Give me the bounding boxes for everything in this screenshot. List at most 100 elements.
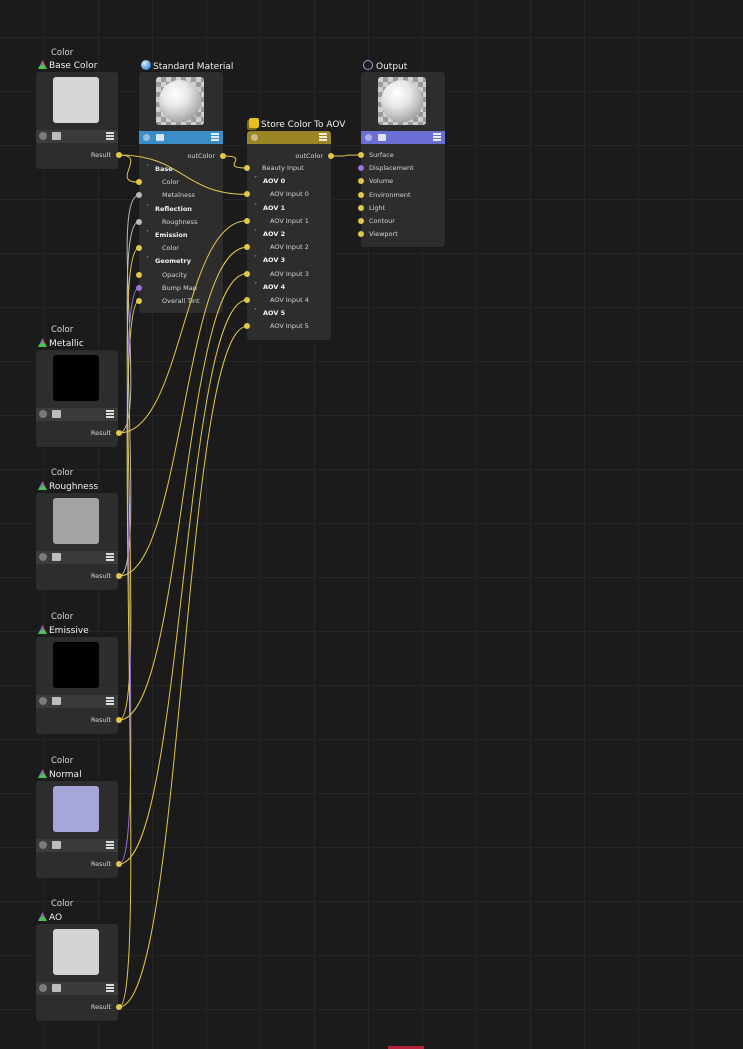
group-chevron-icon[interactable]: ˅ xyxy=(146,230,149,237)
color-node-metallic[interactable]: Result xyxy=(36,350,122,447)
color-node-title[interactable]: Emissive xyxy=(38,625,89,636)
input-port[interactable] xyxy=(358,152,364,158)
settings-icon[interactable] xyxy=(39,132,47,140)
input-port[interactable] xyxy=(358,165,364,172)
settings-icon[interactable] xyxy=(39,984,47,992)
output-port[interactable] xyxy=(116,573,122,579)
group-chevron-icon[interactable]: ˅ xyxy=(146,164,149,171)
settings-icon[interactable] xyxy=(39,553,47,561)
image-icon[interactable] xyxy=(378,134,386,141)
group-chevron-icon[interactable]: ˅ xyxy=(146,256,149,263)
group-header[interactable]: AOV 4 xyxy=(263,283,285,291)
color-node-ao[interactable]: Result xyxy=(36,924,122,1021)
color-swatch[interactable] xyxy=(53,929,99,975)
input-port[interactable] xyxy=(244,244,250,251)
color-swatch[interactable] xyxy=(53,355,99,401)
output-port[interactable] xyxy=(116,430,122,436)
group-header[interactable]: AOV 0 xyxy=(263,177,285,185)
image-icon[interactable] xyxy=(52,553,61,561)
menu-icon[interactable] xyxy=(106,132,114,140)
input-port[interactable] xyxy=(358,231,364,238)
output-node[interactable]: Surface Displacement Volume Environment Ligh… xyxy=(358,72,445,247)
input-port[interactable] xyxy=(244,165,250,171)
input-port[interactable] xyxy=(136,179,142,186)
color-node-roughness[interactable]: Result xyxy=(36,493,122,590)
settings-icon[interactable] xyxy=(365,134,372,141)
color-node-title[interactable]: AO xyxy=(38,912,62,923)
output-port[interactable] xyxy=(328,153,334,159)
settings-icon[interactable] xyxy=(251,134,258,141)
image-icon[interactable] xyxy=(52,984,61,992)
menu-icon[interactable] xyxy=(106,841,114,849)
input-port-label: Beauty Input xyxy=(262,164,304,172)
color-swatch[interactable] xyxy=(53,786,99,832)
input-port[interactable] xyxy=(244,297,250,303)
settings-icon[interactable] xyxy=(39,697,47,705)
color-node-title[interactable]: Roughness xyxy=(38,481,98,492)
color-swatch[interactable] xyxy=(53,498,99,544)
standard-material-title[interactable]: Standard Material xyxy=(141,60,233,72)
group-header[interactable]: AOV 1 xyxy=(263,204,285,212)
image-icon[interactable] xyxy=(52,410,61,418)
group-chevron-icon[interactable]: ˅ xyxy=(254,229,257,236)
color-swatch[interactable] xyxy=(53,642,99,688)
group-chevron-icon[interactable]: ˅ xyxy=(254,308,257,315)
color-node-emissive[interactable]: Result xyxy=(36,637,122,734)
group-header[interactable]: AOV 3 xyxy=(263,256,285,264)
output-node-title[interactable]: Output xyxy=(363,60,407,72)
color-node-normal[interactable]: Result xyxy=(36,781,122,878)
color-swatch[interactable] xyxy=(53,77,99,123)
settings-icon[interactable] xyxy=(39,410,47,418)
group-header[interactable]: Emission xyxy=(155,231,188,239)
group-chevron-icon[interactable]: ˅ xyxy=(254,176,257,183)
output-port[interactable] xyxy=(116,717,122,723)
group-chevron-icon[interactable]: ˅ xyxy=(254,203,257,210)
group-chevron-icon[interactable]: ˅ xyxy=(146,204,149,211)
color-node-title[interactable]: Normal xyxy=(38,769,82,780)
input-port[interactable] xyxy=(136,218,142,225)
store-aov-title[interactable]: Store Color To AOV xyxy=(249,118,345,130)
group-header[interactable]: AOV 2 xyxy=(263,230,285,238)
input-port[interactable] xyxy=(136,298,142,304)
group-chevron-icon[interactable]: ˅ xyxy=(254,282,257,289)
menu-icon[interactable] xyxy=(106,984,114,992)
input-port[interactable] xyxy=(244,217,250,224)
input-port[interactable] xyxy=(244,270,250,277)
group-header[interactable]: Geometry xyxy=(155,257,191,265)
input-port[interactable] xyxy=(136,284,142,291)
group-header[interactable]: Base xyxy=(155,165,173,173)
menu-icon[interactable] xyxy=(433,133,441,141)
output-port[interactable] xyxy=(116,152,122,158)
input-port[interactable] xyxy=(358,178,364,185)
standard-material-node[interactable]: outColor ˅ Base Color Metalness ˅ Reflection R… xyxy=(136,72,226,313)
image-icon[interactable] xyxy=(52,697,61,705)
input-port[interactable] xyxy=(358,204,364,211)
menu-icon[interactable] xyxy=(106,410,114,418)
input-port[interactable] xyxy=(136,192,142,199)
menu-icon[interactable] xyxy=(319,133,327,141)
color-node-title[interactable]: Metallic xyxy=(38,338,84,349)
group-chevron-icon[interactable]: ˅ xyxy=(254,255,257,262)
output-port[interactable] xyxy=(116,1004,122,1010)
input-port[interactable] xyxy=(136,245,142,252)
input-port[interactable] xyxy=(358,218,364,224)
output-port[interactable] xyxy=(220,153,226,159)
menu-icon[interactable] xyxy=(106,697,114,705)
input-port[interactable] xyxy=(136,271,142,278)
settings-icon[interactable] xyxy=(143,134,150,141)
image-icon[interactable] xyxy=(52,841,61,849)
input-port[interactable] xyxy=(244,191,250,198)
group-header[interactable]: AOV 5 xyxy=(263,309,285,317)
group-header[interactable]: Reflection xyxy=(155,205,192,213)
image-icon[interactable] xyxy=(156,134,164,141)
image-icon[interactable] xyxy=(52,132,61,140)
color-node-title[interactable]: Base Color xyxy=(38,60,97,71)
store-color-to-aov-node[interactable]: outColor Beauty Input ˅ AOV 0 AOV Input 0 ˅ A… xyxy=(244,131,334,340)
settings-icon[interactable] xyxy=(39,841,47,849)
color-node-base-color[interactable]: Result xyxy=(36,72,122,169)
menu-icon[interactable] xyxy=(211,133,219,141)
menu-icon[interactable] xyxy=(106,553,114,561)
input-port[interactable] xyxy=(244,323,250,330)
input-port[interactable] xyxy=(358,191,364,198)
output-port[interactable] xyxy=(116,861,122,867)
